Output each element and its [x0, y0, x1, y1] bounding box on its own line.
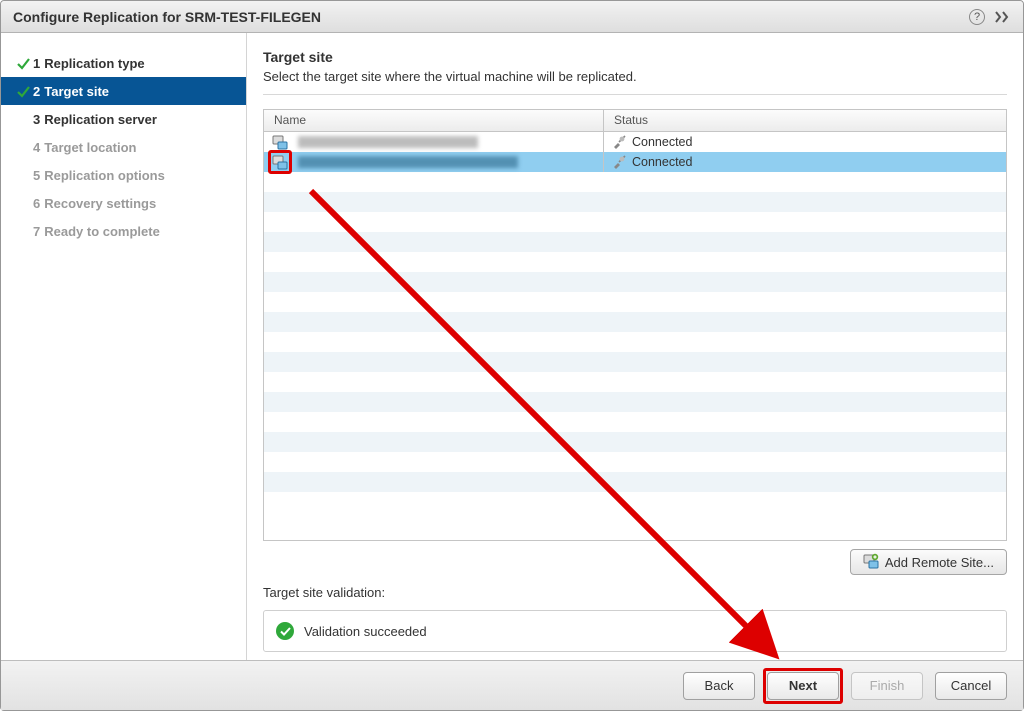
table-row[interactable]: Connected [264, 132, 1006, 152]
site-icon [272, 134, 288, 150]
step-target-location: 4Target location [1, 133, 246, 161]
back-button[interactable]: Back [683, 672, 755, 700]
next-button[interactable]: Next [767, 672, 839, 700]
page-subtitle: Select the target site where the virtual… [263, 69, 1007, 84]
main-panel: Target site Select the target site where… [247, 33, 1023, 660]
footer: Back Next Finish Cancel [1, 660, 1023, 710]
step-replication-server[interactable]: 3Replication server [1, 105, 246, 133]
step-target-site[interactable]: 2Target site [1, 77, 246, 105]
status-value: Connected [632, 155, 692, 169]
dialog-title: Configure Replication for SRM-TEST-FILEG… [13, 9, 321, 25]
ok-icon [276, 622, 294, 640]
column-status[interactable]: Status [604, 110, 1006, 131]
step-replication-options: 5Replication options [1, 161, 246, 189]
step-replication-type[interactable]: 1Replication type [1, 49, 246, 77]
step-recovery-settings: 6Recovery settings [1, 189, 246, 217]
redacted-site-name [298, 136, 478, 148]
validation-row: Validation succeeded [263, 610, 1007, 652]
table-row[interactable]: Connected [264, 152, 1006, 172]
wizard-sidebar: 1Replication type 2Target site 3Replicat… [1, 33, 247, 660]
check-icon [13, 85, 33, 98]
table-body[interactable]: Connected [264, 132, 1006, 540]
finish-button: Finish [851, 672, 923, 700]
page-title: Target site [263, 49, 1007, 65]
redacted-site-name [298, 156, 518, 168]
help-icon[interactable]: ? [969, 9, 985, 25]
add-remote-label: Add Remote Site... [885, 555, 994, 570]
validation-message: Validation succeeded [304, 624, 427, 639]
column-name[interactable]: Name [264, 110, 604, 131]
site-icon [272, 154, 288, 170]
plug-icon [612, 135, 626, 149]
check-icon [13, 57, 33, 70]
titlebar: Configure Replication for SRM-TEST-FILEG… [1, 1, 1023, 33]
validation-title: Target site validation: [263, 585, 1007, 600]
plug-icon [612, 155, 626, 169]
status-value: Connected [632, 135, 692, 149]
sites-table: Name Status [263, 109, 1007, 541]
dialog: Configure Replication for SRM-TEST-FILEG… [0, 0, 1024, 711]
add-remote-icon [863, 553, 879, 572]
expand-icon[interactable] [995, 11, 1011, 23]
cancel-button[interactable]: Cancel [935, 672, 1007, 700]
table-header: Name Status [264, 110, 1006, 132]
add-remote-site-button[interactable]: Add Remote Site... [850, 549, 1007, 575]
step-ready-to-complete: 7Ready to complete [1, 217, 246, 245]
